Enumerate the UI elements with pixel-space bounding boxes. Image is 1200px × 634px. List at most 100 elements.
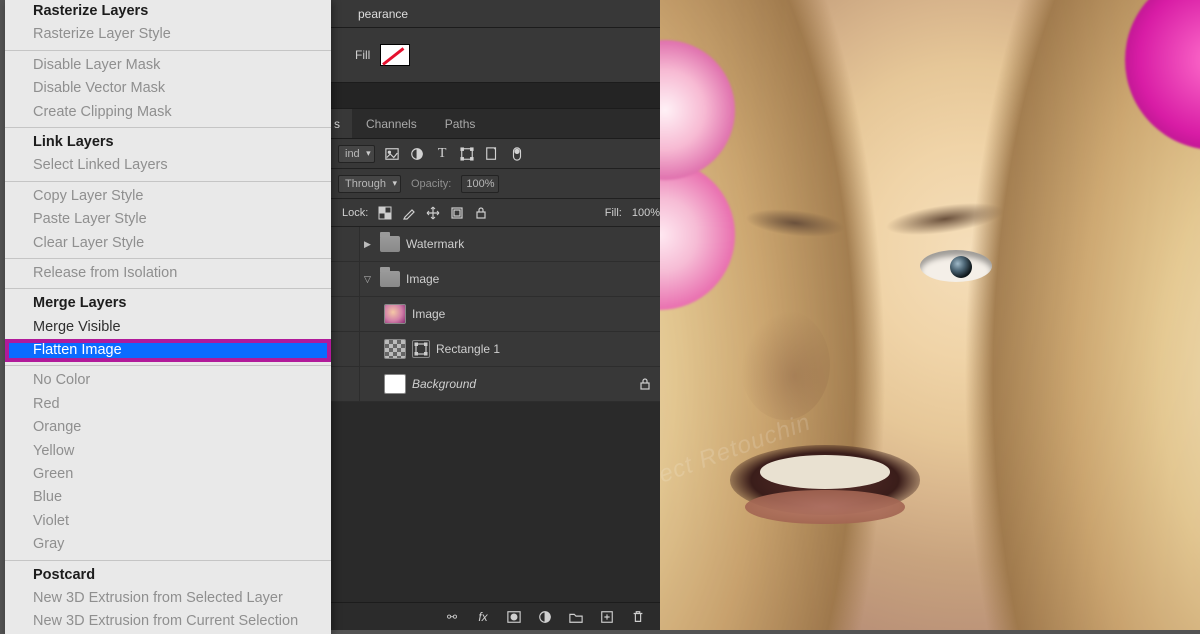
lock-row: Lock: Fill: 100% <box>330 199 660 227</box>
fill-swatch[interactable] <box>380 44 410 66</box>
menu-item-copy-layer-style: Copy Layer Style <box>5 185 331 208</box>
new-group-icon[interactable] <box>568 609 584 625</box>
folder-icon <box>380 271 400 287</box>
lock-transparency-icon[interactable] <box>378 206 392 220</box>
lock-paint-icon[interactable] <box>402 206 416 220</box>
panels-dock: pearance Fill s Channels Paths ind T Thr… <box>330 0 660 630</box>
layers-panel-footer: ⚯ fx <box>330 602 660 630</box>
menu-item-release-from-isolation: Release from Isolation <box>5 262 331 285</box>
lock-label: Lock: <box>342 207 368 219</box>
appearance-panel-tab[interactable]: pearance <box>330 0 660 28</box>
blend-opacity-row: Through Opacity: 100% <box>330 169 660 199</box>
lock-position-icon[interactable] <box>426 206 440 220</box>
menu-item-gray: Gray <box>5 533 331 556</box>
layers-panel-tabs: s Channels Paths <box>330 109 660 139</box>
layer-group-watermark[interactable]: ▶ Watermark <box>330 227 660 262</box>
visibility-toggle[interactable] <box>332 367 360 401</box>
layer-name[interactable]: Background <box>412 377 476 391</box>
delete-layer-icon[interactable] <box>630 609 646 625</box>
shape-icon[interactable] <box>460 146 475 161</box>
menu-separator <box>5 181 331 182</box>
fill-label: Fill <box>355 48 370 62</box>
menu-item-no-color: No Color <box>5 369 331 392</box>
menu-item-new-3d-extrusion-from-current-selection: New 3D Extrusion from Current Selection <box>5 610 331 633</box>
menu-separator <box>5 288 331 289</box>
layer-background[interactable]: Background <box>330 367 660 402</box>
lock-all-icon[interactable] <box>474 206 488 220</box>
menu-item-violet: Violet <box>5 510 331 533</box>
photo-content <box>745 490 905 524</box>
layer-thumbnail[interactable] <box>384 374 406 394</box>
visibility-toggle[interactable] <box>332 262 360 296</box>
lock-artboard-icon[interactable] <box>450 206 464 220</box>
layer-context-menu[interactable]: Rasterize LayersRasterize Layer Style Dis… <box>5 0 331 634</box>
filter-toggle-icon[interactable] <box>510 146 525 161</box>
menu-item-yellow: Yellow <box>5 440 331 463</box>
fill-property-row: Fill <box>330 28 660 83</box>
tab-paths[interactable]: Paths <box>431 109 490 138</box>
menu-item-rasterize-layer-style: Rasterize Layer Style <box>5 23 331 46</box>
opacity-value[interactable]: 100% <box>461 175 499 193</box>
fx-icon[interactable]: fx <box>475 609 491 625</box>
document-canvas[interactable]: ect Retouchin <box>625 0 1200 630</box>
menu-item-create-clipping-mask: Create Clipping Mask <box>5 101 331 124</box>
folder-icon <box>380 236 400 252</box>
chevron-down-icon[interactable]: ▽ <box>364 274 374 285</box>
tab-channels[interactable]: Channels <box>352 109 431 138</box>
visibility-toggle[interactable] <box>332 332 360 366</box>
vector-mask-icon[interactable] <box>412 340 430 358</box>
new-layer-icon[interactable] <box>599 609 615 625</box>
lock-icon <box>638 377 652 391</box>
menu-item-flatten-image[interactable]: Flatten Image <box>5 339 331 362</box>
blend-mode-select[interactable]: Through <box>338 175 401 193</box>
menu-separator <box>5 258 331 259</box>
layer-name[interactable]: Image <box>406 272 439 286</box>
menu-item-disable-vector-mask: Disable Vector Mask <box>5 77 331 100</box>
photo-content <box>740 310 830 420</box>
menu-item-merge-layers[interactable]: Merge Layers <box>5 292 331 315</box>
menu-separator <box>5 50 331 51</box>
menu-item-green: Green <box>5 463 331 486</box>
fill-opacity-label: Fill: <box>605 207 622 219</box>
menu-item-link-layers[interactable]: Link Layers <box>5 131 331 154</box>
layer-rectangle-1[interactable]: Rectangle 1 <box>330 332 660 367</box>
adjustment-layer-icon[interactable] <box>537 609 553 625</box>
visibility-toggle[interactable] <box>332 297 360 331</box>
menu-item-postcard[interactable]: Postcard <box>5 564 331 587</box>
layer-group-image[interactable]: ▽ Image <box>330 262 660 297</box>
menu-item-select-linked-layers: Select Linked Layers <box>5 154 331 177</box>
opacity-label: Opacity: <box>411 178 451 190</box>
menu-item-rasterize-layers[interactable]: Rasterize Layers <box>5 0 331 23</box>
menu-item-orange: Orange <box>5 416 331 439</box>
layers-list: ▶ Watermark ▽ Image Image <box>330 227 660 602</box>
fill-opacity-value[interactable]: 100% <box>632 207 660 219</box>
link-layers-icon[interactable]: ⚯ <box>444 609 460 625</box>
tab-layers[interactable]: s <box>330 109 352 138</box>
menu-separator <box>5 127 331 128</box>
adjustment-icon[interactable] <box>410 146 425 161</box>
layer-name[interactable]: Image <box>412 307 445 321</box>
layer-thumbnail[interactable] <box>384 304 406 324</box>
layer-image[interactable]: Image <box>330 297 660 332</box>
appearance-panel-label: pearance <box>358 7 408 21</box>
menu-item-disable-layer-mask: Disable Layer Mask <box>5 54 331 77</box>
visibility-toggle[interactable] <box>332 227 360 261</box>
chevron-right-icon[interactable]: ▶ <box>364 239 374 250</box>
menu-item-merge-visible[interactable]: Merge Visible <box>5 316 331 339</box>
layers-empty-area[interactable] <box>330 402 660 602</box>
image-filter-icon[interactable] <box>385 146 400 161</box>
layer-name[interactable]: Watermark <box>406 237 464 251</box>
layer-name[interactable]: Rectangle 1 <box>436 342 500 356</box>
type-icon[interactable]: T <box>435 146 450 161</box>
menu-separator <box>5 560 331 561</box>
layer-filter-kind-select[interactable]: ind <box>338 145 375 163</box>
menu-item-new-3d-extrusion-from-selected-layer: New 3D Extrusion from Selected Layer <box>5 587 331 610</box>
photo-content <box>920 250 992 282</box>
layer-filter-row: ind T <box>330 139 660 169</box>
layer-thumbnail[interactable] <box>384 339 406 359</box>
menu-item-red: Red <box>5 393 331 416</box>
photo-content <box>760 455 890 489</box>
add-mask-icon[interactable] <box>506 609 522 625</box>
menu-item-blue: Blue <box>5 486 331 509</box>
smartobj-icon[interactable] <box>485 146 500 161</box>
